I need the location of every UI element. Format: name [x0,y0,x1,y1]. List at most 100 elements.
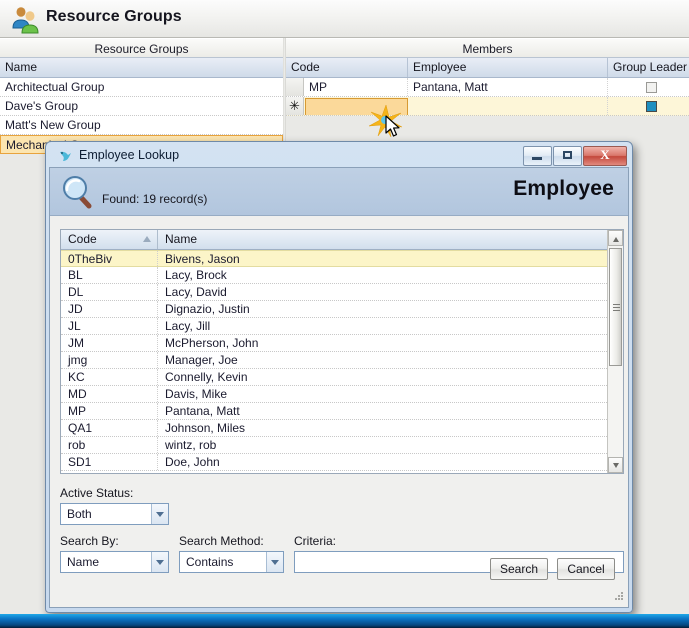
column-header-name-label: Name [165,232,198,246]
cell-name: wintz, rob [165,438,217,452]
members-body: MP Pantana, Matt ✳ [286,78,689,116]
taskbar [0,614,689,628]
active-status-select[interactable]: Both [60,503,169,525]
split-panes: Resource Groups Name Architectual Group … [0,38,689,154]
cell-group-leader[interactable] [608,97,689,115]
chevron-down-icon[interactable] [151,504,168,524]
close-icon: X [600,147,610,162]
group-leader-checkbox-checked[interactable] [645,100,657,112]
search-by-select[interactable]: Name [60,551,169,573]
table-row[interactable]: Dave's Group [0,97,283,116]
search-by-label: Search By: [60,534,119,548]
resource-groups-header: Name [0,58,283,78]
column-header-group-leader: Group Leader [613,60,688,74]
cell-code: MD [61,386,158,402]
chevron-down-icon[interactable] [266,552,283,572]
new-row-marker: ✳ [286,97,304,115]
column-header-name[interactable]: Name [158,230,608,249]
close-button[interactable]: X [583,146,627,166]
column-header-employee: Employee [408,58,608,77]
dialog-titlebar[interactable]: Employee Lookup X [49,145,629,167]
cell-code: JL [61,318,158,334]
column-header-code-label: Code [68,232,97,246]
table-row[interactable]: JD Dignazio, Justin [61,301,623,318]
cell-name: Dave's Group [5,99,78,113]
sort-ascending-icon [143,236,151,242]
search-method-select[interactable]: Contains [179,551,284,573]
results-table-body: 0TheBiv Bivens, Jason BL Lacy, Brock DL … [61,250,623,473]
search-button[interactable]: Search [490,558,548,580]
members-pane: Members Code Employee Group Leader MP Pa… [286,38,689,148]
cell-name: McPherson, John [165,336,259,350]
cell-name: Matt's New Group [5,118,101,132]
cell-name: Davis, Mike [165,387,228,401]
table-row-selected[interactable]: 0TheBiv Bivens, Jason [61,250,623,267]
employee-lookup-dialog: Employee Lookup X Found: 19 record(s) Em… [45,141,633,613]
table-row[interactable]: JL Lacy, Jill [61,318,623,335]
found-records-label: Found: 19 record(s) [102,192,208,206]
cell-name: Dignazio, Justin [165,302,250,316]
cell-name: Connelly, Kevin [165,370,248,384]
window-buttons: X [523,146,627,166]
scroll-up-button[interactable] [608,230,623,246]
resize-grip-icon[interactable] [613,592,623,602]
cell-name: Lacy, David [165,285,227,299]
minimize-button[interactable] [523,146,552,166]
cell-name: Doe, John [165,455,220,469]
table-row[interactable]: Matt's New Group [0,116,283,135]
scrollbar-grip-icon [613,304,620,311]
cell-code: 0TheBiv [61,251,158,266]
dialog-body: Found: 19 record(s) Employee Code Name 0… [49,167,629,608]
dialog-banner: Found: 19 record(s) Employee [50,168,628,216]
cell-code: jmg [61,352,158,368]
scrollbar-thumb[interactable] [609,248,622,366]
column-header-code[interactable]: Code [61,230,158,249]
chevron-down-icon [613,463,619,468]
chevron-down-icon[interactable] [151,552,168,572]
table-row[interactable]: JM McPherson, John [61,335,623,352]
page-title: Resource Groups [46,8,182,25]
search-method-field: Search Method: Contains [179,534,284,573]
row-gutter [286,78,304,96]
table-row[interactable]: QA1 Johnson, Miles [61,420,623,437]
minimize-icon [532,157,542,160]
maximize-button[interactable] [553,146,582,166]
active-status-field: Active Status: Both [60,486,624,525]
column-header-name: Name [5,60,38,74]
table-row[interactable]: Architectual Group [0,78,283,97]
cell-name: Architectual Group [5,80,105,94]
cell-code: BL [61,267,158,283]
cell-employee [408,97,608,115]
results-vertical-scrollbar[interactable] [607,230,623,473]
search-method-label: Search Method: [179,534,264,548]
members-pane-title: Members [286,38,689,58]
cell-name: Lacy, Jill [165,319,211,333]
table-row[interactable]: KC Connelly, Kevin [61,369,623,386]
dialog-button-bar: Search Cancel [490,558,615,580]
table-row-new[interactable]: ✳ [286,97,689,116]
table-row[interactable]: rob wintz, rob [61,437,623,454]
table-row[interactable]: BL Lacy, Brock [61,267,623,284]
cell-name: Johnson, Miles [165,421,246,435]
scroll-down-button[interactable] [608,457,623,473]
cell-group-leader[interactable] [608,78,689,96]
cell-code: MP [61,403,158,419]
table-row[interactable]: SD1 Doe, John [61,454,623,471]
table-row[interactable]: MD Davis, Mike [61,386,623,403]
table-row[interactable]: MP Pantana, Matt [286,78,689,97]
table-row[interactable]: DL Lacy, David [61,284,623,301]
dialog-title: Employee Lookup [79,148,180,162]
resource-groups-pane: Resource Groups Name Architectual Group … [0,38,283,154]
cancel-button[interactable]: Cancel [557,558,615,580]
table-row[interactable]: jmg Manager, Joe [61,352,623,369]
cell-name: Lacy, Brock [165,268,227,282]
cell-code: SD1 [61,454,158,470]
mouse-cursor [385,115,400,137]
app-header: Resource Groups [0,0,689,38]
chevron-up-icon [613,237,619,242]
bird-icon [60,151,71,161]
people-icon [12,7,39,34]
group-leader-checkbox[interactable] [645,81,657,93]
table-row[interactable]: MP Pantana, Matt [61,403,623,420]
cell-code: DL [61,284,158,300]
